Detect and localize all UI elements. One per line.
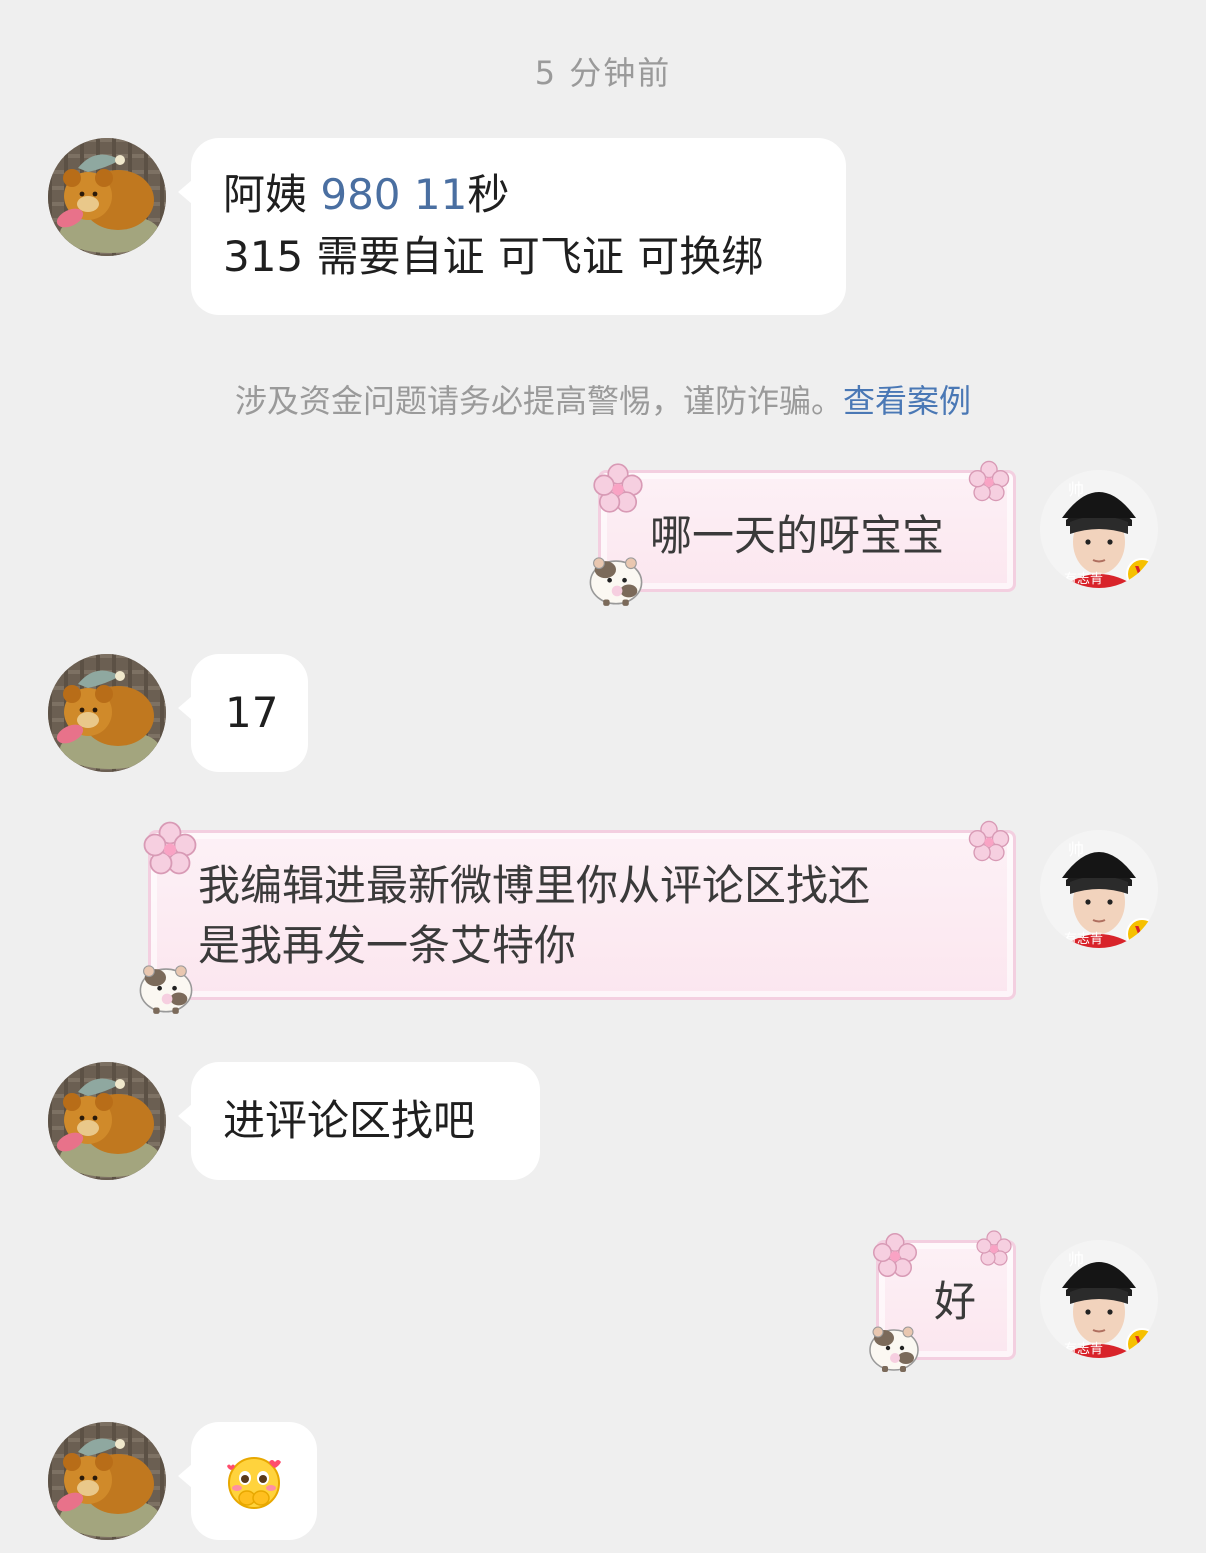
message-text: 进评论区找吧 [223,1096,476,1145]
cap-text: 帅 [1068,480,1085,499]
flower-icon [870,1230,920,1280]
verified-badge-icon: V [1126,918,1158,948]
badge-text: 有志青 [1064,1342,1104,1357]
message-text: 好 [934,1277,977,1326]
message-timestamp: 5 分钟前 [534,54,672,92]
badge-text: 有志青 [1064,932,1104,947]
incoming-message-bubble[interactable]: 进评论区找吧 [178,1062,540,1180]
outgoing-message-bubble[interactable]: 好 [876,1240,1016,1360]
flower-icon [590,460,646,516]
number-link[interactable]: 980 11 [320,170,467,219]
contact-avatar[interactable] [48,654,166,772]
flower-icon [966,818,1012,864]
outgoing-message-bubble[interactable]: 哪一天的呀宝宝 [598,470,1016,592]
fraud-warning-text: 涉及资金问题请务必提高警惕，谨防诈骗。 [234,382,843,420]
blushing-hands-emoji-icon [227,1457,281,1509]
cap-text: 帅 [1068,1250,1085,1269]
my-avatar[interactable]: 帅 有志青 V [1040,470,1158,588]
contact-avatar[interactable] [48,138,166,256]
cap-text: 帅 [1068,840,1085,859]
incoming-message-bubble[interactable]: 阿姨 980 11秒 315 需要自证 可飞证 可换绑 [178,138,846,315]
contact-avatar[interactable] [48,1422,166,1540]
message-text-part: 阿姨 [223,170,321,219]
hamster-icon [864,1314,924,1374]
message-text: 哪一天的呀宝宝 [650,511,945,560]
message-text: 315 需要自证 可飞证 可换绑 [223,232,764,281]
flower-icon [966,458,1012,504]
my-avatar[interactable]: 帅 有志青 V [1040,830,1158,948]
verified-badge-icon: V [1126,558,1158,588]
message-text: 17 [225,688,279,737]
hamster-icon [584,544,648,608]
verified-badge-icon: V [1126,1328,1158,1358]
flower-icon [974,1228,1014,1268]
message-text-part: 秒 [467,170,510,219]
fraud-warning: 涉及资金问题请务必提高警惕，谨防诈骗。查看案例 [0,376,1206,422]
message-text: 我编辑进最新微博里你从评论区找还 是我再发一条艾特你 [198,861,871,970]
contact-avatar[interactable] [48,1062,166,1180]
my-avatar[interactable]: 帅 有志青 V [1040,1240,1158,1358]
view-cases-link[interactable]: 查看案例 [843,382,971,420]
outgoing-message-bubble[interactable]: 我编辑进最新微博里你从评论区找还 是我再发一条艾特你 [148,830,1016,1000]
incoming-message-bubble[interactable]: 17 [178,654,308,772]
badge-text: 有志青 [1064,572,1104,587]
message-text: 阿姨 980 11秒 [223,164,509,226]
incoming-message-bubble[interactable] [178,1422,317,1540]
hamster-icon [134,952,198,1016]
flower-icon [140,818,200,878]
